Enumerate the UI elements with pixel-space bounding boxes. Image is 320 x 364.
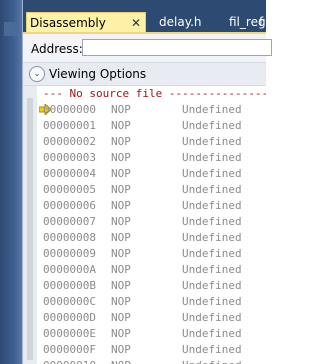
address-bar: Address: [23, 34, 272, 62]
instruction-address: 00000004 [43, 167, 96, 180]
viewing-options-bar[interactable]: ⌄ Viewing Options [23, 62, 266, 86]
instruction-operand: Undefined [182, 151, 242, 164]
document-tab-bar: Disassembly ✕ delay.h fil_reg.c f [23, 0, 276, 33]
instruction-opcode: NOP [111, 295, 131, 308]
instruction-operand: Undefined [182, 119, 242, 132]
instruction-opcode: NOP [111, 247, 131, 260]
instruction-opcode: NOP [111, 263, 131, 276]
tab-disassembly[interactable]: Disassembly ✕ [26, 12, 146, 33]
margin-scroll-thumb[interactable] [27, 98, 33, 360]
instruction-opcode: NOP [111, 183, 131, 196]
instruction-address: 00000009 [43, 247, 96, 260]
instruction-address: 00000005 [43, 183, 96, 196]
tab-delay-h[interactable]: delay.h [159, 12, 202, 33]
instruction-opcode: NOP [111, 358, 131, 364]
instruction-operand: Undefined [182, 215, 242, 228]
instruction-address: 0000000A [43, 263, 96, 276]
instruction-address: 00000000 [43, 103, 96, 116]
instruction-address: 00000008 [43, 231, 96, 244]
instruction-operand: Undefined [182, 311, 242, 324]
instruction-address: 0000000D [43, 311, 96, 324]
instruction-operand: Undefined [182, 183, 242, 196]
viewing-options-label: Viewing Options [49, 67, 147, 81]
instruction-opcode: NOP [111, 151, 131, 164]
tab-label: Disassembly [30, 16, 106, 30]
instruction-opcode: NOP [111, 279, 131, 292]
instruction-operand: Undefined [182, 199, 242, 212]
instruction-address: 0000000F [43, 343, 96, 356]
instruction-operand: Undefined [182, 247, 242, 260]
instruction-address: 00000003 [43, 151, 96, 164]
close-icon[interactable]: ✕ [131, 13, 141, 34]
instruction-operand: Undefined [182, 327, 242, 340]
instruction-address: 0000000B [43, 279, 96, 292]
indicator-margin [23, 86, 37, 364]
instruction-address: 00000006 [43, 199, 96, 212]
instruction-operand: Undefined [182, 231, 242, 244]
instruction-address: 0000000C [43, 295, 96, 308]
tab-label: delay.h [159, 15, 202, 29]
panel-pin-icon[interactable] [4, 22, 18, 36]
instruction-opcode: NOP [111, 103, 131, 116]
instruction-address: 0000000E [43, 327, 96, 340]
instruction-address: 00000001 [43, 119, 96, 132]
instruction-address: 00000002 [43, 135, 96, 148]
instruction-operand: Undefined [182, 167, 242, 180]
instruction-opcode: NOP [111, 215, 131, 228]
instruction-opcode: NOP [111, 231, 131, 244]
instruction-operand: Undefined [182, 295, 242, 308]
address-label: Address: [31, 42, 83, 56]
tab-truncated[interactable]: f [259, 12, 269, 33]
instruction-operand: Undefined [182, 135, 242, 148]
disassembly-view[interactable]: --- No source file --------------- 00000… [23, 86, 266, 364]
instruction-operand: Undefined [182, 103, 242, 116]
instruction-operand: Undefined [182, 279, 242, 292]
instruction-opcode: NOP [111, 311, 131, 324]
address-input[interactable] [82, 39, 272, 56]
instruction-address: 00000010 [43, 358, 96, 364]
chevron-down-icon[interactable]: ⌄ [29, 66, 45, 82]
instruction-opcode: NOP [111, 119, 131, 132]
instruction-opcode: NOP [111, 199, 131, 212]
left-tool-strip [0, 0, 23, 364]
instruction-opcode: NOP [111, 343, 131, 356]
instruction-operand: Undefined [182, 343, 242, 356]
instruction-opcode: NOP [111, 327, 131, 340]
instruction-opcode: NOP [111, 167, 131, 180]
tab-label: f [259, 15, 264, 29]
instruction-opcode: NOP [111, 135, 131, 148]
no-source-file-header: --- No source file --------------- [43, 87, 266, 100]
instruction-address: 00000007 [43, 215, 96, 228]
instruction-operand: Undefined [182, 358, 242, 364]
instruction-operand: Undefined [182, 263, 242, 276]
